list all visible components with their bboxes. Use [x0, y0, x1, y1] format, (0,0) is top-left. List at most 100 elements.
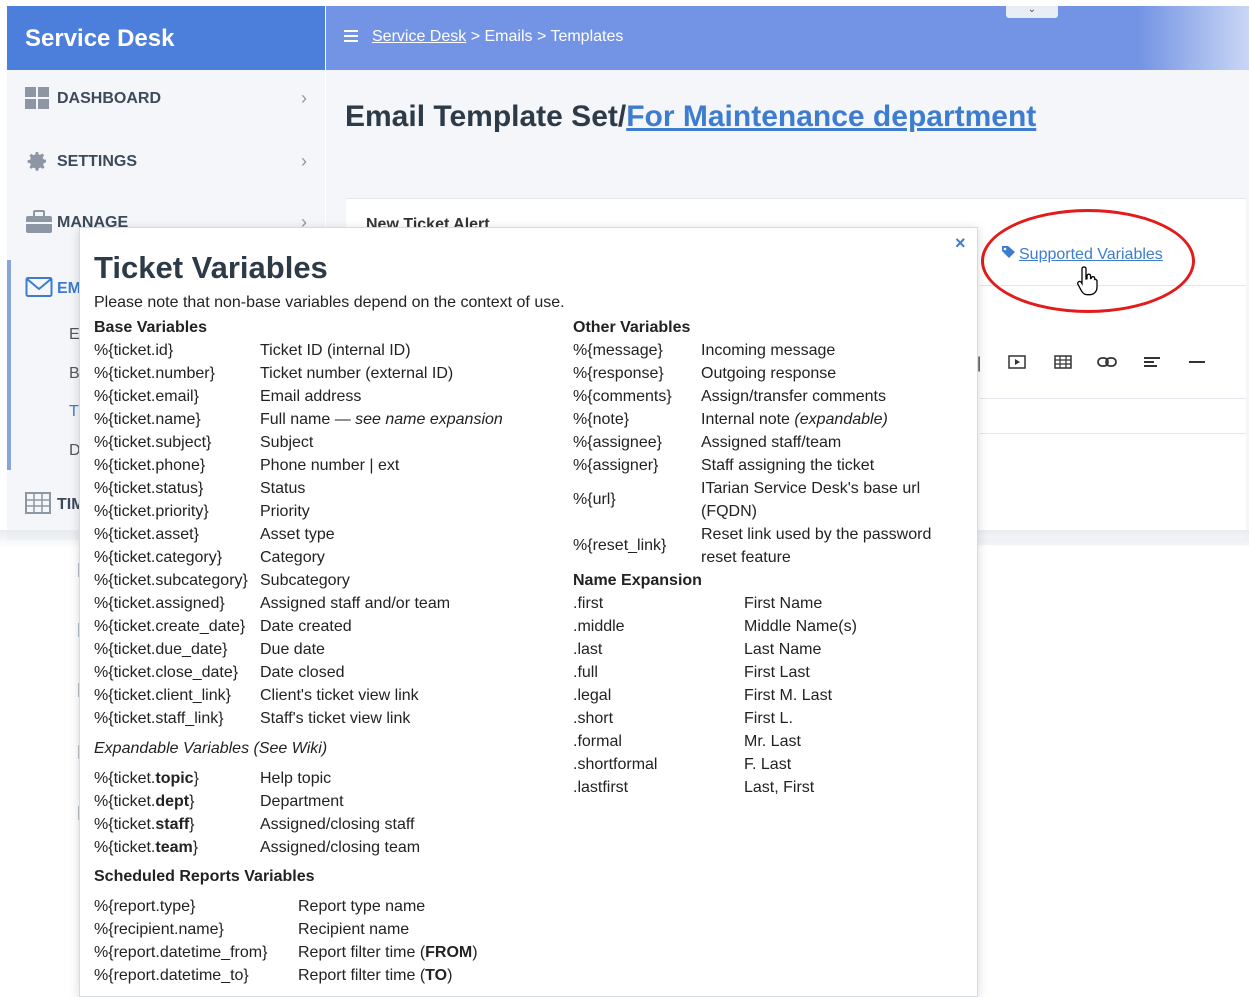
variable-description: Assigned/closing staff	[260, 813, 414, 836]
expandable-variables-section: Expandable Variables (See Wiki) %{ticket…	[94, 737, 554, 859]
variable-description: Subcategory	[260, 569, 350, 592]
variable-name: %{report.type}	[94, 898, 196, 915]
variable-row: .full First Last	[573, 661, 953, 684]
variable-name: %{ticket.name}	[94, 411, 201, 428]
variable-name: .short	[573, 710, 614, 727]
divider	[980, 398, 1246, 399]
variable-name: %{reset_link}	[573, 537, 667, 554]
variable-name: %{ticket.dept}	[94, 790, 194, 813]
description-text: Ticket number (external ID)	[260, 365, 454, 382]
description-text: Incoming message	[701, 342, 836, 359]
variable-row: %{ticket.assigned} Assigned staff and/or …	[94, 592, 554, 615]
variable-suffix: }	[192, 839, 199, 856]
variable-row: %{ticket.client_link} Client's ticket vie…	[94, 684, 554, 707]
close-icon[interactable]: ×	[955, 233, 966, 254]
description-text: Internal note	[701, 411, 795, 428]
variable-name: %{ticket.id}	[94, 342, 174, 359]
variable-key: team	[155, 839, 193, 856]
variable-description: Email address	[260, 385, 361, 408]
app-title[interactable]: Service Desk	[7, 6, 325, 70]
breadcrumb-separator: >	[466, 28, 485, 45]
variable-row: %{recipient.name} Recipient name	[94, 918, 554, 941]
variable-description: Client's ticket view link	[260, 684, 419, 707]
variable-description: Due date	[260, 638, 325, 661]
variable-description: Date closed	[260, 661, 345, 684]
horizontal-rule-icon[interactable]	[1188, 355, 1206, 374]
variable-row: %{note} Internal note (expandable)	[573, 408, 953, 431]
sidebar-item-settings[interactable]: SETTINGS ›	[25, 149, 307, 179]
variable-prefix: %{ticket.	[94, 816, 156, 833]
variable-description: Staff's ticket view link	[260, 707, 410, 730]
sidebar-subitem[interactable]: T	[69, 403, 79, 421]
variable-prefix: %{ticket.	[94, 770, 156, 787]
variable-row: %{response} Outgoing response	[573, 362, 953, 385]
variable-row: %{message} Incoming message	[573, 339, 953, 362]
variable-name: .full	[573, 664, 598, 681]
variable-row: %{ticket.staff_link} Staff's ticket view …	[94, 707, 554, 730]
variable-row: %{reset_link} Reset link used by the pass…	[573, 523, 953, 569]
variable-description: Report type name	[298, 895, 425, 918]
description-text: Ticket ID (internal ID)	[260, 342, 411, 359]
align-left-icon[interactable]	[1143, 355, 1161, 374]
variable-row: %{ticket.subject} Subject	[94, 431, 554, 454]
variable-row: %{assigner} Staff assigning the ticket	[573, 454, 953, 477]
variable-description: Assigned staff/team	[701, 431, 841, 454]
description-text: ITarian Service Desk's base url (FQDN)	[701, 480, 921, 520]
variable-name: %{ticket.number}	[94, 365, 215, 382]
description-text: Last Name	[744, 641, 822, 658]
breadcrumb-service-desk[interactable]: Service Desk	[372, 28, 466, 45]
variable-suffix: }	[189, 793, 195, 810]
description-text: Reset link used by the password reset fe…	[701, 526, 932, 566]
variable-description: Asset type	[260, 523, 335, 546]
variable-row: %{ticket.team} Assigned/closing team	[94, 836, 554, 859]
variable-description: Assigned/closing team	[260, 836, 420, 859]
description-text: F. Last	[744, 756, 792, 773]
variable-row: .middle Middle Name(s)	[573, 615, 953, 638]
variable-name: %{ticket.due_date}	[94, 641, 228, 658]
variable-name: %{ticket.subcategory}	[94, 572, 248, 589]
variable-description: ITarian Service Desk's base url (FQDN)	[701, 477, 946, 523]
video-icon[interactable]	[1008, 355, 1026, 374]
template-set-link[interactable]: For Maintenance department	[626, 100, 1036, 133]
chevron-down-icon: ⌄	[1027, 4, 1037, 15]
variable-description: Last, First	[744, 776, 814, 799]
variable-suffix: }	[193, 770, 199, 787]
collapse-header-toggle[interactable]: ⌄	[1006, 4, 1058, 18]
table-icon[interactable]	[1054, 355, 1072, 374]
variable-row: %{ticket.close_date} Date closed	[94, 661, 554, 684]
variable-row: %{ticket.phone} Phone number | ext	[94, 454, 554, 477]
variable-description: Last Name	[744, 638, 821, 661]
variable-description: Ticket number (external ID)	[260, 362, 453, 385]
variable-description: Ticket ID (internal ID)	[260, 339, 411, 362]
chevron-right-icon: ›	[301, 151, 307, 171]
variable-name: %{report.datetime_from}	[94, 944, 268, 961]
variable-prefix: %{ticket.	[94, 839, 156, 856]
breadcrumb-emails[interactable]: Emails	[484, 28, 532, 45]
description-text: Department	[260, 793, 344, 810]
page-title: Email Template Set/For Maintenance depar…	[345, 100, 1036, 134]
dashboard-icon	[25, 86, 49, 109]
sidebar-item-dashboard[interactable]: DASHBOARD ›	[25, 86, 307, 116]
hamburger-menu-icon[interactable]	[344, 30, 358, 45]
variable-row: %{assignee} Assigned staff/team	[573, 431, 953, 454]
variable-row: .formal Mr. Last	[573, 730, 953, 753]
variable-description: Department	[260, 790, 344, 813]
variable-description: Staff assigning the ticket	[701, 454, 874, 477]
description-text: Assigned/closing team	[260, 839, 421, 856]
breadcrumb-separator: >	[532, 28, 551, 45]
description-bold: FROM	[425, 944, 473, 961]
description-text: Phone number | ext	[260, 457, 400, 474]
variable-description: Recipient name	[298, 918, 409, 941]
description-text: First Name	[744, 595, 823, 612]
description-text: First Last	[744, 664, 810, 681]
variable-name: %{ticket.phone}	[94, 457, 206, 474]
link-icon[interactable]	[1097, 355, 1117, 374]
variable-name: .legal	[573, 687, 612, 704]
description-text: Middle Name(s)	[744, 618, 857, 635]
popup-title: Ticket Variables	[94, 250, 328, 285]
variable-description: First M. Last	[744, 684, 832, 707]
table-icon	[25, 492, 51, 514]
gear-icon	[25, 149, 49, 171]
variable-row: %{ticket.staff} Assigned/closing staff	[94, 813, 554, 836]
description-text: Email address	[260, 388, 362, 405]
